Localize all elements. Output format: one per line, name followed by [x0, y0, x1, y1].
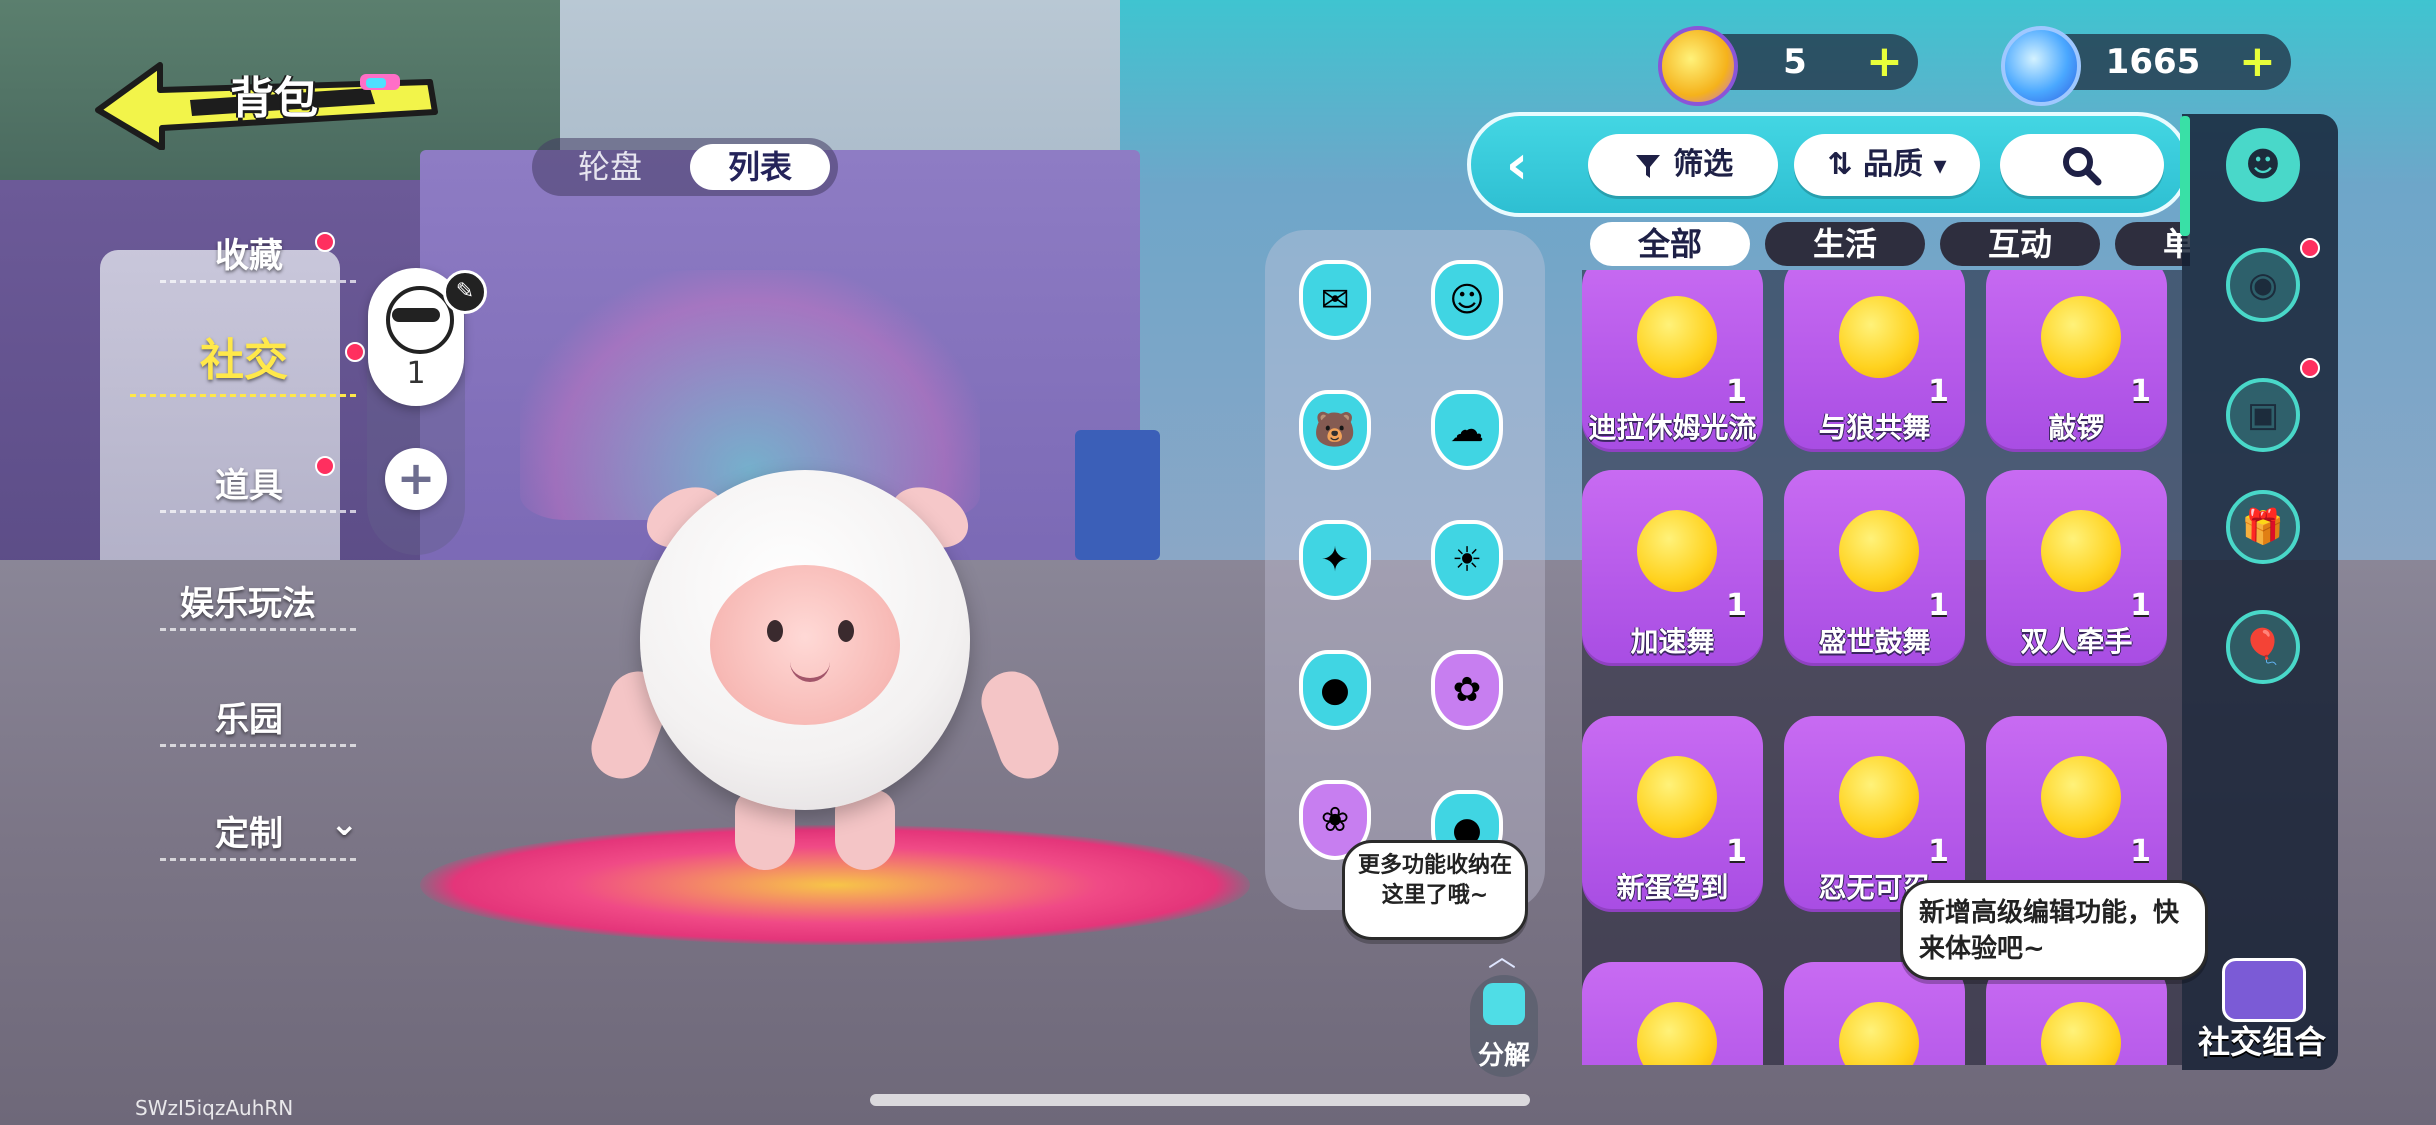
side-item-custom[interactable]: 定制 ⌄	[140, 804, 380, 861]
add-coins-button[interactable]: +	[1866, 40, 1903, 84]
recycle-icon	[1483, 983, 1525, 1025]
item-card[interactable]: 1 新蛋驾到	[1582, 716, 1763, 912]
hint-bubble-edit: 新增高级编辑功能，快来体验吧~	[1900, 880, 2208, 980]
coin-icon	[1658, 26, 1738, 106]
rail-active-indicator	[2180, 116, 2190, 236]
coin-amount: 5	[1783, 42, 1807, 82]
filter-button[interactable]: 筛选	[1588, 134, 1778, 196]
side-item-park[interactable]: 乐园	[140, 692, 380, 747]
decompose-button[interactable]: 分解	[1470, 975, 1538, 1077]
player-character[interactable]	[582, 470, 1068, 890]
tab-solo[interactable]: 单人	[2115, 222, 2190, 266]
tab-life[interactable]: 生活	[1765, 222, 1925, 266]
sort-icon: ⇅	[1827, 147, 1853, 182]
gem-icon	[2001, 26, 2081, 106]
hint-bubble-more: 更多功能收纳在这里了哦~	[1342, 840, 1528, 940]
social-combo-label[interactable]: 社交组合	[2188, 1017, 2336, 1063]
side-item-label: 乐园	[215, 700, 283, 740]
notification-dot	[315, 232, 335, 252]
sort-label: 品质	[1863, 147, 1924, 182]
sticker-item[interactable]: ✉	[1299, 260, 1371, 340]
item-card[interactable]: 1 与狼共舞	[1784, 270, 1965, 452]
search-button[interactable]	[2000, 134, 2164, 196]
side-item-label: 道具	[215, 466, 283, 506]
side-item-label: 定制	[215, 814, 283, 854]
home-indicator[interactable]	[870, 1094, 1530, 1106]
filter-icon	[1635, 154, 1660, 178]
toggle-wheel[interactable]: 轮盘	[540, 144, 680, 190]
item-card[interactable]: 1 盛世鼓舞	[1784, 470, 1965, 666]
back-button[interactable]: 背包	[90, 30, 450, 150]
sticker-item[interactable]: ✦	[1299, 520, 1371, 600]
caret-up-icon: ︿	[1488, 940, 1517, 973]
side-item-label: 社交	[200, 335, 288, 386]
notification-dot	[345, 342, 365, 362]
side-item-social[interactable]: 社交	[130, 324, 380, 397]
tab-all[interactable]: 全部	[1590, 222, 1750, 266]
gift-icon[interactable]: 🎁	[2226, 490, 2300, 564]
item-card[interactable]	[1582, 962, 1763, 1065]
sticker-item[interactable]: 🐻	[1299, 390, 1371, 470]
sticker-item[interactable]: ☺	[1431, 260, 1503, 340]
balloon-icon[interactable]: 🎈	[2226, 610, 2300, 684]
edit-pencil-icon[interactable]: ✎	[443, 270, 487, 314]
sticker-item[interactable]: ✿	[1431, 650, 1503, 730]
side-item-collection[interactable]: 收藏	[140, 228, 380, 283]
toggle-list[interactable]: 列表	[690, 144, 830, 190]
side-item-label: 娱乐玩法	[180, 584, 316, 624]
side-item-props[interactable]: 道具	[140, 456, 380, 513]
add-gems-button[interactable]: +	[2239, 40, 2276, 84]
chevron-down-icon: ▾	[1933, 151, 1947, 181]
emote-icon[interactable]: ☻	[2226, 128, 2300, 202]
sticker-icon[interactable]: ▣	[2226, 378, 2300, 452]
item-card[interactable]: 1 迪拉休姆光流	[1582, 270, 1763, 452]
page-title: 背包	[230, 73, 318, 124]
side-item-entertainment[interactable]: 娱乐玩法	[140, 576, 380, 631]
notification-dot	[315, 456, 335, 476]
face-icon[interactable]: ◉	[2226, 248, 2300, 322]
search-icon	[2063, 146, 2102, 185]
side-item-label: 收藏	[215, 236, 283, 276]
tab-interact[interactable]: 互动	[1940, 222, 2100, 266]
sticker-item[interactable]: ●	[1299, 650, 1371, 730]
gem-currency: 1665 +	[2001, 26, 2291, 106]
gem-amount: 1665	[2105, 42, 2201, 82]
item-card[interactable]: 1 加速舞	[1582, 470, 1763, 666]
item-card[interactable]: 1 敲锣	[1986, 270, 2167, 452]
sort-quality-button[interactable]: ⇅ 品质 ▾	[1794, 134, 1980, 196]
sticker-item[interactable]: ☁	[1431, 390, 1503, 470]
collapse-panel-button[interactable]: ‹	[1490, 138, 1544, 194]
filter-label: 筛选	[1673, 147, 1734, 182]
sticker-item[interactable]: ☀	[1431, 520, 1503, 600]
category-tabs: 全部 生活 互动 单人	[1590, 222, 2190, 268]
add-slot-button[interactable]: +	[385, 448, 447, 510]
chevron-down-icon: ⌄	[330, 804, 359, 844]
view-mode-toggle[interactable]: 轮盘 列表	[532, 138, 838, 196]
notification-dot	[2300, 358, 2320, 378]
user-id: SWzI5iqzAuhRN	[135, 1096, 294, 1120]
coin-currency: 5 +	[1658, 26, 1918, 106]
sticker-column: ✉ ☺ 🐻 ☁ ✦ ☀ ● ✿ ❀ ●	[1265, 230, 1545, 910]
item-card[interactable]: 1 双人牵手	[1986, 470, 2167, 666]
slot-count: 1	[406, 356, 426, 391]
social-combo-icon[interactable]	[2222, 958, 2306, 1022]
decompose-label: 分解	[1477, 1041, 1530, 1071]
notification-dot	[2300, 238, 2320, 258]
